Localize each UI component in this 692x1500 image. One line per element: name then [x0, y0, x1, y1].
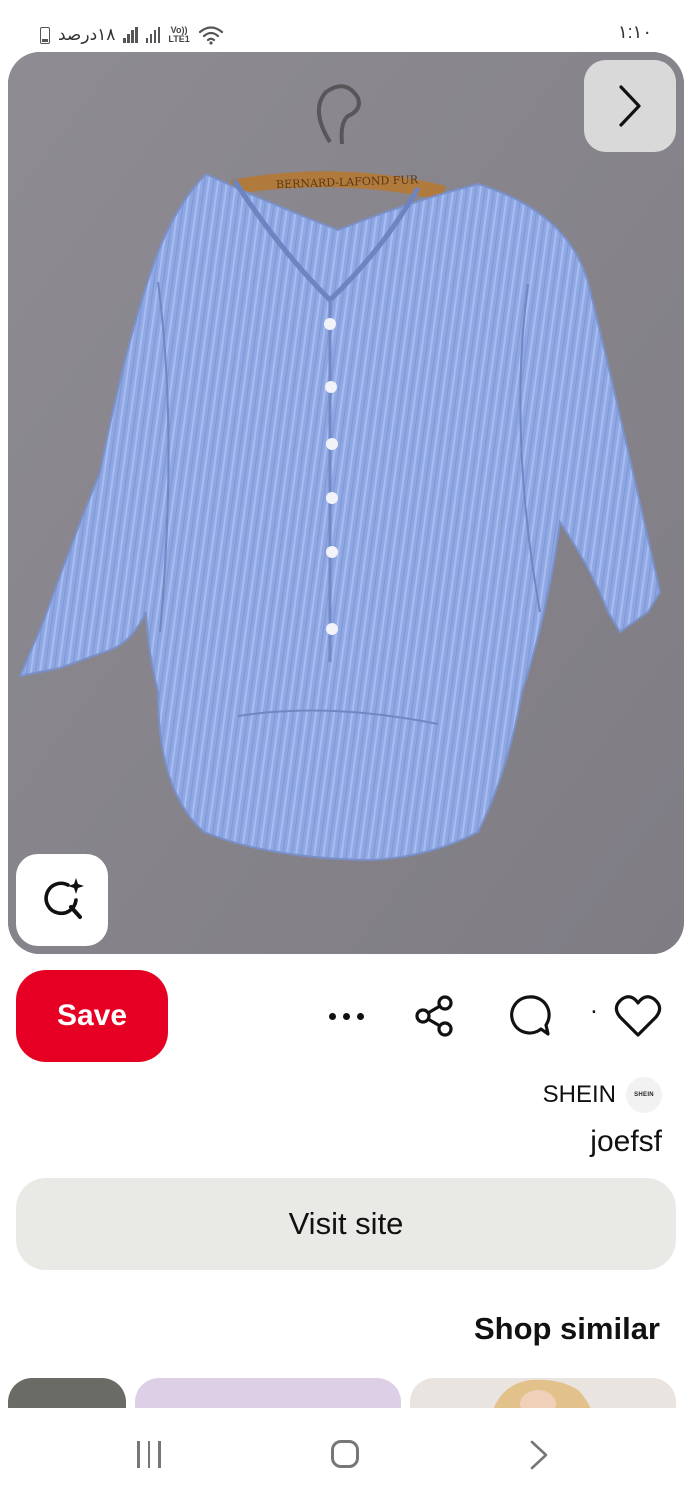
wifi-icon [198, 26, 223, 45]
pin-image[interactable]: BERNARD-LAFOND FUR [8, 52, 684, 954]
striped-shirt-photo: BERNARD-LAFOND FUR [8, 52, 684, 954]
volte-icon: Vo)) LTE1 [168, 25, 190, 44]
visual-search-icon [44, 878, 84, 919]
battery-icon [40, 26, 50, 44]
visual-search-button[interactable] [16, 854, 108, 946]
heart-icon[interactable] [614, 993, 662, 1039]
shop-similar-heading: Shop similar [473, 1311, 660, 1346]
next-pin-button[interactable] [584, 60, 676, 152]
recents-icon[interactable] [137, 1441, 161, 1468]
similar-product-card[interactable] [135, 1378, 401, 1410]
battery-percent: ١٨درصد [58, 25, 116, 44]
visit-site-button[interactable]: Visit site [16, 1178, 676, 1270]
similar-product-card[interactable] [8, 1378, 126, 1410]
home-icon[interactable] [331, 1440, 359, 1468]
save-button[interactable]: Save [16, 970, 168, 1062]
chevron-right-icon [619, 85, 641, 127]
source-name[interactable]: SHEIN [543, 1081, 616, 1109]
signal-icon [123, 27, 138, 43]
clock: ١:١٠ [617, 22, 652, 42]
more-dots-icon[interactable] [316, 995, 376, 1037]
comment-icon[interactable] [506, 993, 552, 1039]
pin-title: joefsf [590, 1125, 662, 1158]
similar-products-row [0, 1378, 692, 1410]
product-photo [492, 1379, 592, 1410]
share-icon[interactable] [412, 993, 458, 1039]
back-icon[interactable] [528, 1439, 550, 1471]
reaction-count: ٠ [588, 998, 600, 1023]
status-bar: ١٨درصد Vo)) LTE1 ١:١٠ [0, 0, 692, 52]
source-avatar[interactable]: SHEIN [626, 1077, 662, 1113]
similar-product-card[interactable] [410, 1378, 676, 1410]
status-indicators: ١٨درصد Vo)) LTE1 [40, 20, 224, 50]
signal-icon [145, 27, 161, 43]
source-row[interactable]: SHEIN SHEIN [543, 1077, 662, 1113]
system-nav-bar [0, 1408, 692, 1500]
